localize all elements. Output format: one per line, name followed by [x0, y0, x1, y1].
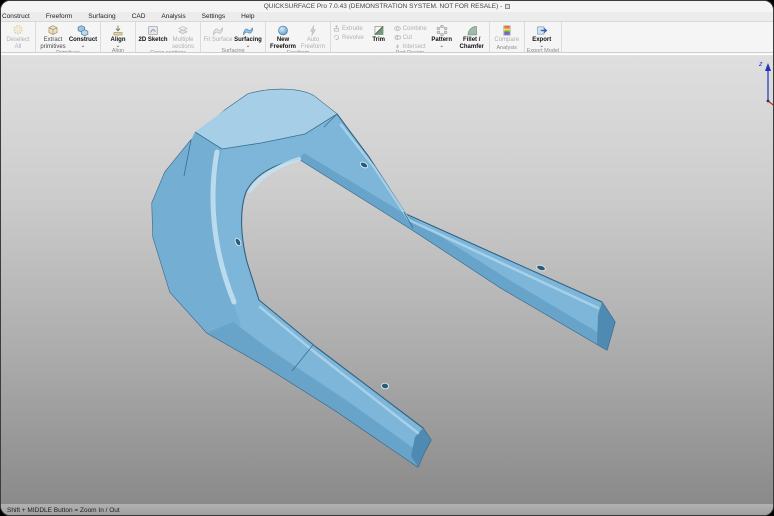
window-title: QUICKSURFACE Pro 7.0.43 (DEMONSTRATION S… [264, 3, 503, 10]
menu-freeform[interactable]: Freeform [38, 13, 80, 20]
multiple-sections-button[interactable]: Multiple sections [168, 23, 198, 50]
menu-cad[interactable]: CAD [124, 13, 154, 20]
axis-origin [767, 100, 770, 103]
ribbon-group-align: Align ⌄ Align [101, 22, 136, 52]
cube-icon [46, 24, 60, 37]
model-arm-underside [299, 153, 609, 350]
3d-viewport[interactable]: z [1, 56, 773, 504]
ribbon-group-surfacing: Fit Surface Surfacing ⌄ Surfacing [201, 22, 266, 52]
menu-construct[interactable]: Construct [1, 13, 38, 20]
intersect-button[interactable]: Intersect [394, 43, 427, 50]
mouse-hint-text: Shift + MIDDLE Button = Zoom In / Out [7, 507, 120, 514]
ribbon-group-export: Export ⌄ Export Model [525, 22, 562, 52]
menu-analysis[interactable]: Analysis [153, 13, 193, 20]
extract-primitives-button[interactable]: Extract primitives [38, 23, 68, 50]
auto-freeform-button[interactable]: Auto Freeform [298, 23, 328, 50]
extrude-revolve-stack: Extrude Revolve [333, 23, 364, 41]
menu-help[interactable]: Help [233, 13, 262, 20]
align-button[interactable]: Align ⌄ [103, 23, 133, 48]
viewport-canvas: z [1, 56, 774, 504]
model-arm-ridge-highlight [341, 125, 598, 308]
3d-model [152, 89, 615, 467]
title-bar: QUICKSURFACE Pro 7.0.43 (DEMONSTRATION S… [1, 1, 773, 12]
pattern-icon [435, 24, 449, 37]
stacked-sections-icon [176, 24, 190, 37]
trim-button[interactable]: Trim [364, 23, 394, 44]
menu-surfacing[interactable]: Surfacing [80, 13, 123, 20]
cut-button[interactable]: Cut [394, 34, 427, 41]
ribbon-group-freeform: New Freeform Auto Freeform Freeform [266, 22, 331, 52]
ribbon-group-analysis: Compare Analysis [490, 22, 525, 52]
z-axis-label: z [758, 61, 763, 68]
chevron-down-icon: ⌄ [81, 44, 85, 48]
document-icon [505, 4, 510, 9]
pattern-button[interactable]: Pattern ⌄ [427, 23, 457, 48]
fillet-chamfer-button[interactable]: Fillet / Chamfer [457, 23, 487, 50]
export-button[interactable]: Export ⌄ [527, 23, 557, 48]
deselect-circle-icon [11, 24, 25, 37]
surface-patch-icon [241, 24, 255, 37]
ribbon-group-primitives: Extract primitives Construct ⌄ Primitive… [36, 22, 101, 52]
fit-surface-icon [211, 24, 225, 37]
ribbon-group-cross-sections: 2D Sketch Multiple sections Cross sectio… [136, 22, 201, 52]
axis-triad: z [758, 61, 774, 107]
lightning-icon [306, 24, 320, 37]
trim-icon [372, 24, 386, 37]
fit-surface-button[interactable]: Fit Surface [203, 23, 233, 44]
model-prong-underside [207, 322, 423, 467]
align-icon [111, 24, 125, 37]
intersect-icon [394, 43, 401, 50]
boolean-stack: Combine Cut Intersect [394, 23, 427, 50]
construct-button[interactable]: Construct ⌄ [68, 23, 98, 48]
ribbon-toolbar: Deselect All Extract primitives [1, 22, 773, 53]
compare-rainbow-icon [500, 24, 514, 37]
new-freeform-button[interactable]: New Freeform [268, 23, 298, 50]
combine-icon [394, 25, 401, 32]
revolve-button[interactable]: Revolve [333, 34, 364, 41]
chevron-down-icon: ⌄ [440, 44, 444, 48]
extrude-button[interactable]: Extrude [333, 25, 364, 32]
menu-bar: Construct Freeform Surfacing CAD Analysi… [1, 12, 773, 22]
deselect-all-button[interactable]: Deselect All [3, 23, 33, 50]
ribbon-group-part-design: Extrude Revolve Trim [331, 22, 490, 52]
extrude-icon [333, 25, 340, 32]
export-arrow-icon [535, 24, 549, 37]
hole-arm-far [536, 264, 546, 272]
status-bar: Shift + MIDDLE Button = Zoom In / Out [1, 504, 773, 516]
cut-icon [394, 34, 401, 41]
hole-prong-tip [381, 383, 389, 390]
app-window: QUICKSURFACE Pro 7.0.43 (DEMONSTRATION S… [0, 0, 774, 516]
compare-button[interactable]: Compare [492, 23, 522, 44]
sketch-pad-icon [146, 24, 160, 37]
revolve-icon [333, 34, 340, 41]
z-axis-arrow [765, 63, 771, 71]
fillet-icon [465, 24, 479, 37]
2d-sketch-button[interactable]: 2D Sketch [138, 23, 168, 44]
surfacing-button[interactable]: Surfacing ⌄ [233, 23, 263, 48]
menu-settings[interactable]: Settings [194, 13, 234, 20]
freeform-sphere-icon [276, 24, 290, 37]
ribbon-group-select: Deselect All [1, 22, 36, 52]
construct-cubes-icon [76, 24, 90, 37]
combine-button[interactable]: Combine [394, 25, 427, 32]
